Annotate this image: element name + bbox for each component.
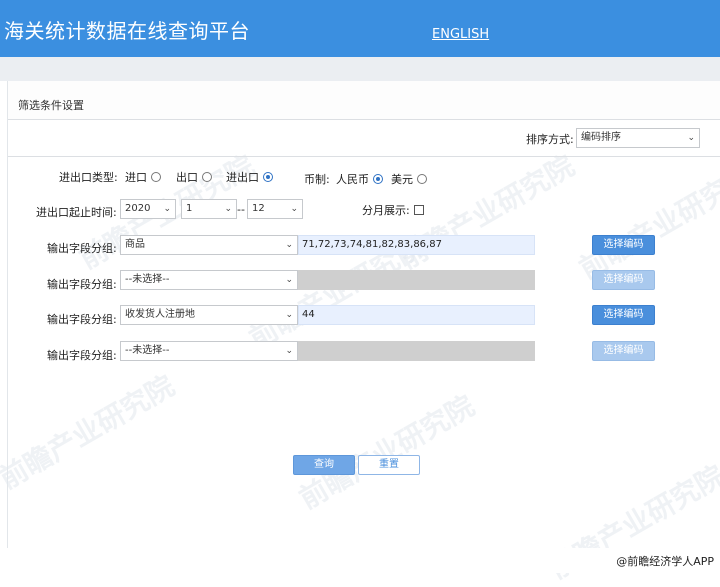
app-title: 海关统计数据在线查询平台	[4, 19, 250, 43]
watermark: 前瞻产业研究院	[573, 159, 720, 286]
start-month-value: 1	[186, 203, 193, 214]
filter-panel: 前瞻产业研究院 前瞻产业研究院 前瞻产业研究院 前瞻产业研究院 前瞻产业研究院 …	[0, 81, 720, 586]
end-month-select[interactable]: 12 ⌄	[247, 199, 303, 219]
group-select-4[interactable]: --未选择-- ⌄	[120, 341, 298, 361]
radio-rmb-circle[interactable]	[373, 174, 383, 184]
sort-row: 排序方式: 编码排序 ⌄	[8, 120, 720, 157]
footer-band	[0, 548, 720, 573]
group-label-3: 输出字段分组:	[47, 313, 117, 326]
group-codes-3[interactable]: 44	[298, 305, 535, 325]
radio-export-circle[interactable]	[202, 172, 212, 182]
chevron-down-icon: ⌄	[163, 204, 171, 214]
chevron-down-icon: ⌄	[687, 133, 695, 143]
radio-rmb-label: 人民币	[336, 173, 369, 186]
query-button[interactable]: 查询	[293, 455, 355, 475]
radio-import-export-circle[interactable]	[263, 172, 273, 182]
monthly-label: 分月展示:	[362, 204, 410, 217]
chevron-down-icon: ⌄	[290, 204, 298, 214]
radio-import-export[interactable]: 进出口	[226, 169, 273, 185]
group-codes-4	[298, 341, 535, 361]
chevron-down-icon: ⌄	[285, 310, 293, 320]
group-label-1: 输出字段分组:	[47, 242, 117, 255]
radio-usd-circle[interactable]	[417, 174, 427, 184]
watermark: 前瞻产业研究院	[293, 389, 480, 516]
radio-rmb[interactable]: 人民币	[336, 171, 383, 187]
sort-label: 排序方式:	[526, 133, 574, 146]
year-select-value: 2020	[125, 203, 151, 214]
radio-import-label: 进口	[125, 171, 147, 184]
group-select-1-value: 商品	[125, 239, 145, 250]
group-codes-2	[298, 270, 535, 290]
chevron-down-icon: ⌄	[285, 346, 293, 356]
select-code-button-2: 选择编码	[592, 270, 655, 290]
year-select[interactable]: 2020 ⌄	[120, 199, 176, 219]
panel-header: 筛选条件设置	[8, 81, 720, 120]
radio-import-export-label: 进出口	[226, 171, 259, 184]
watermark: 前瞻产业研究院	[0, 369, 180, 496]
radio-usd-label: 美元	[391, 173, 413, 186]
group-select-2[interactable]: --未选择-- ⌄	[120, 270, 298, 290]
start-month-select[interactable]: 1 ⌄	[181, 199, 237, 219]
panel-title: 筛选条件设置	[18, 99, 84, 112]
select-code-button-1[interactable]: 选择编码	[592, 235, 655, 255]
reset-button[interactable]: 重置	[358, 455, 420, 475]
radio-import[interactable]: 进口	[125, 169, 161, 185]
header-spacer	[0, 57, 720, 81]
period-label: 进出口起止时间:	[36, 206, 117, 219]
radio-export[interactable]: 出口	[176, 169, 212, 185]
select-code-button-4: 选择编码	[592, 341, 655, 361]
trade-type-label: 进出口类型:	[59, 171, 118, 184]
english-link[interactable]: ENGLISH	[432, 27, 489, 42]
period-separator: --	[237, 203, 245, 216]
group-select-1[interactable]: 商品 ⌄	[120, 235, 298, 255]
radio-import-circle[interactable]	[151, 172, 161, 182]
group-label-2: 输出字段分组:	[47, 278, 117, 291]
source-credit: @前瞻经济学人APP	[616, 555, 714, 568]
radio-usd[interactable]: 美元	[391, 171, 427, 187]
select-code-button-3[interactable]: 选择编码	[592, 305, 655, 325]
group-select-4-value: --未选择--	[125, 345, 170, 356]
group-select-2-value: --未选择--	[125, 274, 170, 285]
sort-select-value: 编码排序	[581, 132, 621, 143]
radio-export-label: 出口	[176, 171, 198, 184]
group-select-3[interactable]: 收发货人注册地 ⌄	[120, 305, 298, 325]
chevron-down-icon: ⌄	[224, 204, 232, 214]
group-label-4: 输出字段分组:	[47, 349, 117, 362]
chevron-down-icon: ⌄	[285, 240, 293, 250]
monthly-toggle[interactable]: 分月展示:	[362, 202, 424, 218]
app-header: 海关统计数据在线查询平台 ENGLISH	[0, 0, 720, 57]
group-select-3-value: 收发货人注册地	[125, 309, 195, 320]
group-codes-1[interactable]: 71,72,73,74,81,82,83,86,87	[298, 235, 535, 255]
sort-select[interactable]: 编码排序 ⌄	[576, 128, 700, 148]
chevron-down-icon: ⌄	[285, 275, 293, 285]
monthly-checkbox[interactable]	[413, 205, 424, 215]
currency-label: 币制:	[304, 173, 330, 186]
end-month-value: 12	[252, 203, 265, 214]
